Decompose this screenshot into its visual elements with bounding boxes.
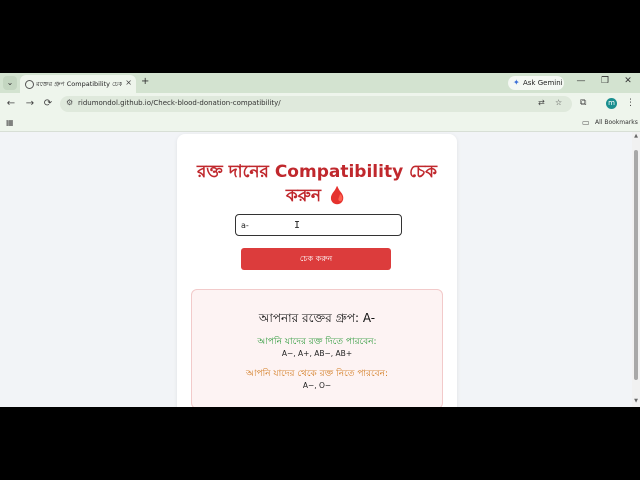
reload-icon[interactable]: ⟳ xyxy=(42,98,54,109)
folder-icon: ▭ xyxy=(582,118,590,127)
bookmark-star-icon[interactable]: ☆ xyxy=(555,98,562,107)
text-cursor-icon: I xyxy=(294,220,301,231)
page-title-text: রক্ত দানের Compatibility চেক করুন xyxy=(196,162,438,206)
minimize-button[interactable]: — xyxy=(575,76,587,86)
compatibility-card: রক্ত দানের Compatibility চেক করুন 🩸 I চে… xyxy=(177,134,457,407)
site-info-icon[interactable]: ⚙ xyxy=(66,98,73,107)
browser-window: ⌄ রক্তের গ্রুপ Compatibility চেক × + ✦ A… xyxy=(0,73,640,407)
tab-title: রক্তের গ্রুপ Compatibility চেক xyxy=(36,80,122,88)
result-panel: আপনার রক্তের গ্রুপ: A- আপনি যাদের রক্ত দ… xyxy=(191,289,443,407)
window-close-button[interactable]: ✕ xyxy=(622,76,634,86)
new-tab-button[interactable]: + xyxy=(141,76,149,87)
all-bookmarks-link[interactable]: All Bookmarks xyxy=(595,119,638,126)
can-give-heading: আপনি যাদের রক্ত দিতে পারবেন: xyxy=(257,337,377,347)
blood-drop-icon: 🩸 xyxy=(326,186,349,206)
apps-grid-icon[interactable]: ▦ xyxy=(6,118,14,127)
tab-active[interactable]: রক্তের গ্রুপ Compatibility চেক × xyxy=(20,75,136,93)
globe-icon xyxy=(25,80,34,89)
gemini-icon: ✦ xyxy=(513,78,520,87)
can-receive-list: A−, O− xyxy=(302,381,332,390)
check-button[interactable]: চেক করুন xyxy=(241,248,391,270)
result-heading: আপনার রক্তের গ্রুপ: A- xyxy=(258,311,376,325)
can-give-list: A−, A+, AB−, AB+ xyxy=(281,349,353,358)
menu-kebab-icon[interactable]: ⋮ xyxy=(626,98,635,108)
back-arrow-icon[interactable]: ← xyxy=(5,98,17,109)
scroll-up-icon[interactable]: ▲ xyxy=(632,133,640,139)
blood-group-input[interactable] xyxy=(235,214,402,236)
extensions-icon[interactable]: ⧉ xyxy=(580,98,586,108)
profile-avatar[interactable]: m xyxy=(606,98,617,109)
address-bar[interactable]: ⚙ ridumondol.github.io/Check-blood-donat… xyxy=(60,96,572,112)
vertical-scrollbar[interactable]: ▲ ▼ xyxy=(632,132,640,407)
ask-gemini-button[interactable]: ✦ Ask Gemini xyxy=(508,76,564,90)
translate-icon[interactable]: ⇄ xyxy=(538,98,545,107)
page-title: রক্ত দানের Compatibility চেক করুন 🩸 xyxy=(187,160,447,208)
scroll-down-icon[interactable]: ▼ xyxy=(632,398,640,404)
tab-search-icon[interactable]: ⌄ xyxy=(3,76,17,90)
url-text[interactable]: ridumondol.github.io/Check-blood-donatio… xyxy=(78,99,281,107)
bookmarks-bar: ▦ ▭ All Bookmarks xyxy=(0,115,640,132)
browser-toolbar: ← → ⟳ ⚙ ridumondol.github.io/Check-blood… xyxy=(0,93,640,115)
can-receive-heading: আপনি যাদের থেকে রক্ত নিতে পারবেন: xyxy=(245,369,389,379)
forward-arrow-icon[interactable]: → xyxy=(24,98,36,109)
ask-gemini-label: Ask Gemini xyxy=(523,79,563,87)
page-viewport: রক্ত দানের Compatibility চেক করুন 🩸 I চে… xyxy=(0,132,632,407)
scrollbar-thumb[interactable] xyxy=(634,150,638,380)
close-icon[interactable]: × xyxy=(125,78,132,87)
maximize-button[interactable]: ❐ xyxy=(599,76,611,86)
tab-strip: ⌄ রক্তের গ্রুপ Compatibility চেক × + ✦ A… xyxy=(0,73,640,93)
